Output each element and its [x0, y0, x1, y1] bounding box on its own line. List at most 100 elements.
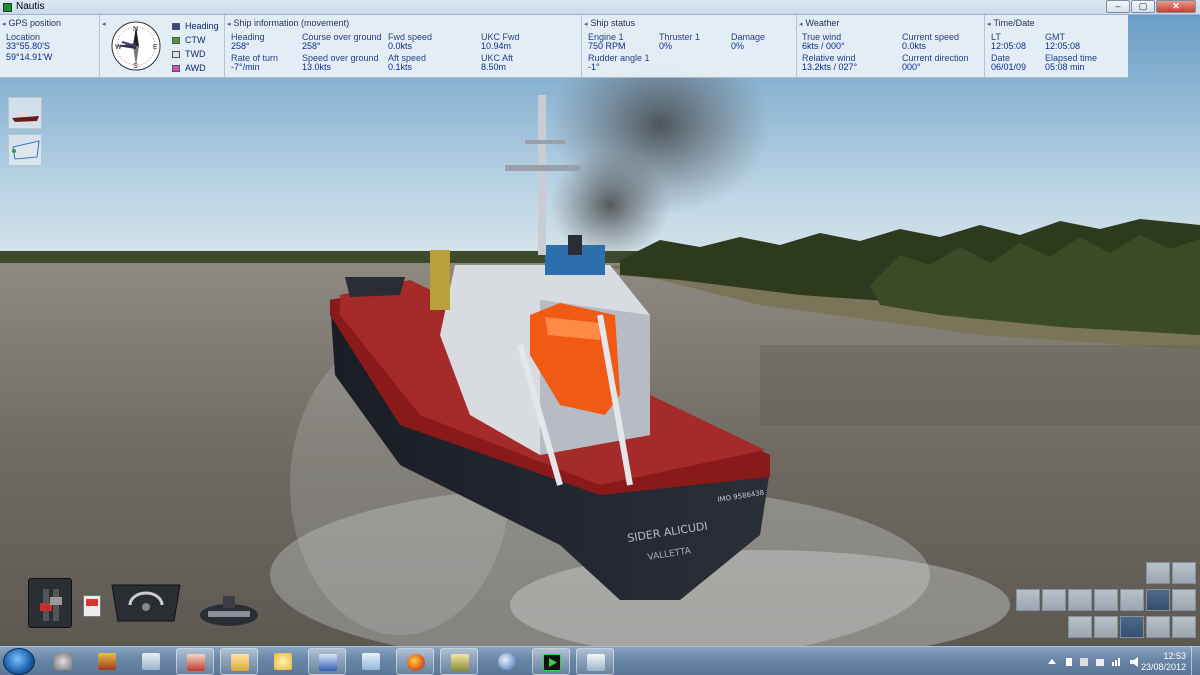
elapsed-value: 05:08 min — [1045, 62, 1085, 72]
window-titlebar: Nautis – ▢ ✕ — [0, 0, 1200, 15]
start-button[interactable] — [3, 648, 35, 675]
taskbar-window-app[interactable] — [576, 648, 614, 675]
reset-view-button[interactable] — [1172, 562, 1196, 584]
heading-swatch — [172, 22, 180, 30]
taskbar-word-app[interactable] — [308, 648, 346, 675]
ukc-aft-value: 8.50m — [481, 62, 507, 72]
weather-header: Weather — [805, 18, 840, 28]
taskbar-settings-app[interactable] — [44, 648, 82, 675]
relative-wind-value: 13.2kts / 027° — [802, 62, 858, 72]
tool-button-1[interactable] — [1068, 616, 1092, 638]
view-button-1[interactable] — [1016, 589, 1040, 611]
taskbar-weather-app[interactable] — [264, 648, 302, 675]
folder-icon — [231, 654, 249, 671]
legend-awd: AWD — [172, 63, 206, 73]
thruster-value: 0% — [659, 41, 673, 51]
gear-icon — [54, 653, 72, 670]
tool-button-4[interactable] — [1146, 616, 1170, 638]
engine-value: 750 RPM — [588, 41, 626, 51]
view-button-2[interactable] — [1042, 589, 1066, 611]
close-button[interactable]: ✕ — [1156, 0, 1196, 13]
firefox-icon — [407, 654, 425, 671]
thunderbird-icon — [498, 653, 516, 670]
clock-time[interactable]: 12:53 — [1163, 651, 1186, 661]
collapse-icon[interactable]: ◂ — [227, 21, 231, 28]
taskbar-calculator-app[interactable] — [132, 648, 170, 675]
lt-value: 12:05:08 — [991, 41, 1027, 51]
info-panel: ◂ GPS position Location 33°55.80'S 59°14.… — [0, 15, 1128, 78]
gps-header: GPS position — [8, 18, 62, 28]
weather-panel: ◂ Weather True wind 6kts / 000° Relative … — [797, 15, 985, 78]
latitude-value: 33°55.80'S — [6, 41, 50, 51]
taskbar-backup-app[interactable] — [440, 648, 478, 675]
collapse-icon[interactable]: ◂ — [2, 21, 6, 28]
collapse-icon[interactable]: ◂ — [987, 21, 991, 28]
compass-north: N — [133, 26, 138, 33]
collapse-icon[interactable]: ◂ — [799, 21, 803, 28]
weather-icon — [274, 653, 292, 670]
calculator-icon — [142, 653, 160, 670]
view-button-active[interactable] — [1146, 589, 1170, 611]
collapse-icon[interactable]: ◂ — [102, 21, 106, 28]
taskbar-thunderbird-app[interactable] — [488, 648, 526, 675]
taskbar-firefox-app[interactable] — [396, 648, 434, 675]
time-panel: ◂ Time/Date LT 12:05:08 Date 06/01/09 GMT… — [985, 15, 1128, 78]
tool-button-2[interactable] — [1094, 616, 1118, 638]
twd-swatch — [172, 50, 180, 58]
taskbar-folder-app[interactable] — [220, 648, 258, 675]
true-wind-value: 6kts / 000° — [802, 41, 845, 51]
cog-value: 258° — [302, 41, 321, 51]
alarm-indicator[interactable] — [83, 595, 101, 617]
engine-telegraph-lever[interactable] — [28, 578, 72, 628]
minimize-button[interactable]: – — [1106, 0, 1130, 13]
clock-date[interactable]: 23/08/2012 — [1141, 662, 1186, 672]
rudder-indicator[interactable] — [108, 583, 184, 623]
view-thumbnail-top[interactable] — [8, 134, 42, 166]
simulation-viewport[interactable]: SIDER ALICUDI VALLETTA IMO 9586438 — [0, 15, 1200, 646]
camera-mode-button[interactable] — [1146, 562, 1170, 584]
awd-swatch — [172, 64, 180, 72]
nautis-play-icon — [543, 654, 561, 671]
compass-west: W — [115, 44, 122, 51]
taskbar-nautis-app[interactable] — [532, 648, 570, 675]
window-icon — [587, 654, 605, 671]
show-desktop-button[interactable] — [1191, 647, 1200, 675]
view-button-5[interactable] — [1120, 589, 1144, 611]
windows-taskbar: 12:53 23/08/2012 — [0, 646, 1200, 675]
compass-east: E — [153, 44, 158, 51]
word-icon — [319, 654, 337, 671]
view-thumbnail-side[interactable] — [8, 97, 42, 129]
presentation-icon — [187, 654, 205, 671]
game-icon — [98, 653, 116, 670]
longitude-value: 59°14.91'W — [6, 52, 53, 62]
ship-scene: SIDER ALICUDI VALLETTA IMO 9586438 — [0, 15, 1200, 646]
view-button-4[interactable] — [1094, 589, 1118, 611]
tool-button-5[interactable] — [1172, 616, 1196, 638]
tray-icons[interactable] — [1046, 656, 1146, 668]
date-value: 06/01/09 — [991, 62, 1027, 72]
view-button-7[interactable] — [1172, 589, 1196, 611]
camera-icon-button[interactable] — [1120, 616, 1144, 638]
taskbar-presentation-app[interactable] — [176, 648, 214, 675]
fwd-speed-value: 0.0kts — [388, 41, 413, 51]
heading-value: 258° — [231, 41, 250, 51]
rot-value: -7°/min — [231, 62, 260, 72]
system-tray: 12:53 23/08/2012 — [1040, 647, 1200, 675]
ship-info-panel: ◂ Ship information (movement) Heading 258… — [225, 15, 582, 78]
time-header: Time/Date — [993, 18, 1035, 28]
legend-heading: Heading — [172, 21, 219, 31]
steering-wheel-control[interactable] — [198, 593, 260, 627]
view-button-3[interactable] — [1068, 589, 1092, 611]
collapse-icon[interactable]: ◂ — [584, 21, 588, 28]
sog-value: 13.0kts — [302, 62, 332, 72]
taskbar-game-app[interactable] — [88, 648, 126, 675]
legend-twd: TWD — [172, 49, 206, 59]
maximize-button[interactable]: ▢ — [1131, 0, 1155, 13]
window-title: Nautis — [16, 1, 45, 12]
ship-info-header: Ship information (movement) — [233, 18, 350, 28]
ctw-swatch — [172, 36, 180, 44]
taskbar-notepad-app[interactable] — [352, 648, 390, 675]
ship-status-panel: ◂ Ship status Engine 1 750 RPM Rudder ang… — [582, 15, 797, 78]
gmt-value: 12:05:08 — [1045, 41, 1081, 51]
compass-south: S — [133, 63, 138, 70]
